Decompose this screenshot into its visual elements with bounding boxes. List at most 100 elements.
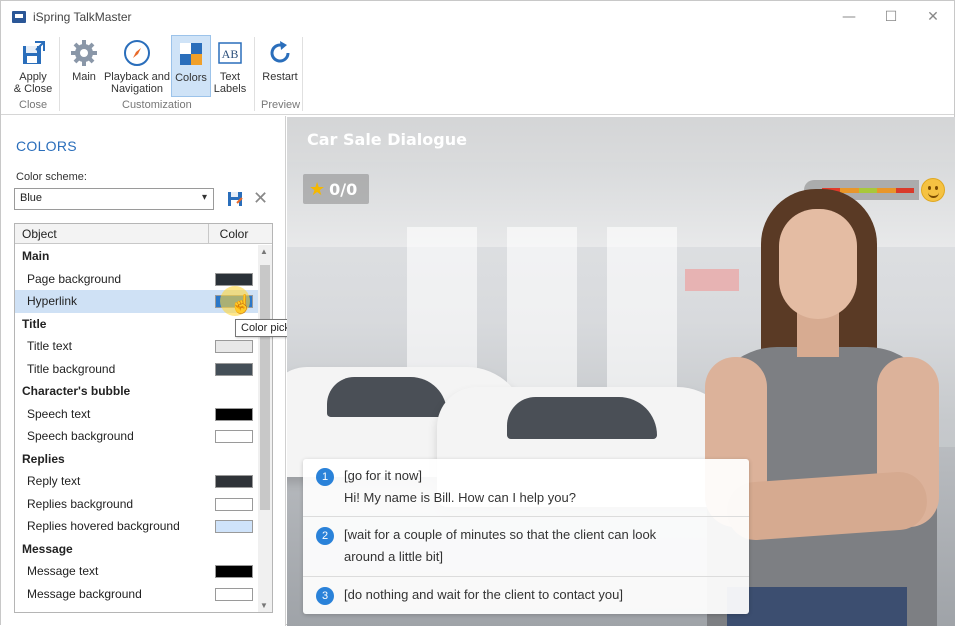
chevron-down-icon: ▾ bbox=[201, 192, 207, 203]
ribbon-separator bbox=[302, 37, 303, 111]
restart-icon bbox=[265, 38, 295, 68]
grid-row[interactable]: Title text bbox=[15, 335, 259, 358]
grid-group-header: Character's bubble bbox=[15, 380, 259, 403]
column-header-color: Color bbox=[219, 227, 249, 241]
replies-box: 1 [go for it now] Hi! My name is Bill. H… bbox=[303, 459, 749, 614]
object-label: Title text bbox=[27, 339, 72, 354]
grid-group-header: Title bbox=[15, 313, 259, 336]
color-swatch[interactable] bbox=[215, 497, 253, 511]
preview-title: Car Sale Dialogue bbox=[307, 130, 467, 149]
color-swatch[interactable] bbox=[215, 475, 253, 488]
grid-row[interactable]: Page background bbox=[15, 268, 259, 291]
color-swatch[interactable] bbox=[215, 407, 253, 421]
character-jeans bbox=[727, 587, 907, 626]
playback-navigation-button[interactable]: Playback and Navigation bbox=[103, 35, 171, 97]
reply-text: [do nothing and wait for the client to c… bbox=[344, 584, 734, 606]
showroom-sign bbox=[685, 269, 739, 291]
grid-row[interactable]: Speech text bbox=[15, 403, 259, 426]
object-label: Reply text bbox=[27, 474, 81, 489]
color-properties-grid: Object Color Main Page background Hyperlin… bbox=[14, 223, 273, 613]
maximize-button[interactable]: ☐ bbox=[870, 1, 912, 33]
grid-row[interactable]: Speech background bbox=[15, 425, 259, 448]
grid-row[interactable]: Title background bbox=[15, 358, 259, 381]
grid-row[interactable]: Replies background bbox=[15, 493, 259, 516]
grid-row[interactable]: Message text bbox=[15, 560, 259, 583]
grid-group-header: Main bbox=[15, 245, 259, 268]
object-label: Replies hovered background bbox=[27, 519, 180, 534]
scrollbar-thumb[interactable] bbox=[260, 265, 270, 510]
object-label: Speech text bbox=[27, 406, 91, 421]
close-button[interactable]: ✕ bbox=[912, 1, 954, 33]
reply-number: 1 bbox=[316, 468, 334, 486]
window-title: iSpring TalkMaster bbox=[33, 10, 132, 24]
app-window: iSpring TalkMaster — ☐ ✕ Apply & Close C… bbox=[0, 0, 955, 626]
character-face bbox=[779, 209, 857, 319]
color-scheme-select[interactable]: Blue ▾ bbox=[14, 188, 214, 210]
reply-option[interactable]: 2 [wait for a couple of minutes so that … bbox=[303, 517, 749, 577]
object-label: Title background bbox=[27, 361, 116, 376]
color-swatch[interactable] bbox=[215, 565, 253, 578]
color-swatch[interactable] bbox=[215, 520, 253, 533]
reply-text: [wait for a couple of minutes so that th… bbox=[344, 524, 734, 568]
meter-segment bbox=[858, 188, 878, 193]
grid-row[interactable]: Reply text bbox=[15, 470, 259, 493]
color-scheme-value: Blue bbox=[20, 192, 43, 204]
grid-row[interactable]: Replies hovered background bbox=[15, 515, 259, 538]
window-controls: — ☐ ✕ bbox=[828, 1, 954, 33]
text-labels-icon: AB bbox=[215, 38, 245, 68]
object-label: Speech background bbox=[27, 429, 134, 444]
minimize-button[interactable]: — bbox=[828, 1, 870, 33]
group-label: Main bbox=[22, 249, 50, 264]
meter-segment bbox=[877, 188, 896, 193]
restart-button[interactable]: Restart bbox=[260, 35, 300, 97]
showroom-window bbox=[607, 227, 677, 397]
color-swatch[interactable] bbox=[215, 587, 253, 601]
color-swatch[interactable] bbox=[215, 362, 253, 376]
object-label: Hyperlink bbox=[27, 294, 78, 309]
group-label-close: Close bbox=[19, 99, 48, 111]
colors-button[interactable]: Colors bbox=[171, 35, 211, 97]
object-label: Message text bbox=[27, 564, 99, 579]
reply-line: [do nothing and wait for the client to c… bbox=[344, 587, 623, 602]
grid-scrollbar[interactable]: ▲ ▼ bbox=[258, 245, 272, 612]
color-swatch[interactable] bbox=[215, 340, 253, 353]
object-label: Replies background bbox=[27, 496, 134, 511]
color-scheme-label: Color scheme: bbox=[16, 171, 87, 183]
dialogue-preview: Car Sale Dialogue ★ 0/0 1 [go for it now… bbox=[287, 117, 955, 626]
color-swatch[interactable] bbox=[215, 272, 253, 286]
reply-number: 2 bbox=[316, 527, 334, 545]
text-labels-button[interactable]: AB Text Labels bbox=[212, 35, 248, 97]
score-badge: ★ 0/0 bbox=[303, 174, 369, 204]
reply-option[interactable]: 1 [go for it now] Hi! My name is Bill. H… bbox=[303, 459, 749, 517]
save-scheme-icon[interactable] bbox=[227, 191, 243, 207]
text-labels-label: Text Labels bbox=[213, 71, 247, 95]
reply-line: [go for it now] bbox=[344, 468, 423, 483]
ribbon-separator bbox=[59, 37, 60, 111]
panel-title: COLORS bbox=[16, 138, 77, 154]
reply-number: 3 bbox=[316, 587, 334, 605]
score-value: 0/0 bbox=[329, 179, 358, 199]
apply-close-button[interactable]: Apply & Close bbox=[9, 35, 57, 97]
apply-close-label: Apply & Close bbox=[13, 71, 53, 95]
scroll-up-icon[interactable]: ▲ bbox=[260, 247, 268, 256]
restart-label: Restart bbox=[262, 71, 298, 83]
compass-icon bbox=[122, 38, 152, 68]
ribbon-separator bbox=[254, 37, 255, 111]
color-swatch[interactable] bbox=[215, 430, 253, 443]
playback-navigation-label: Playback and Navigation bbox=[103, 71, 171, 95]
main-label: Main bbox=[72, 71, 96, 83]
main-button[interactable]: Main bbox=[65, 35, 103, 97]
app-logo-icon bbox=[12, 11, 26, 23]
colors-icon bbox=[176, 39, 206, 69]
group-label-preview: Preview bbox=[261, 99, 301, 111]
title-bar: iSpring TalkMaster — ☐ ✕ bbox=[1, 1, 954, 33]
delete-scheme-icon[interactable]: ✕ bbox=[253, 188, 268, 209]
group-label: Message bbox=[22, 541, 73, 556]
reply-line: around a little bit] bbox=[344, 549, 444, 564]
grid-row[interactable]: Message background bbox=[15, 583, 259, 606]
scroll-down-icon[interactable]: ▼ bbox=[260, 601, 268, 610]
showroom-window bbox=[507, 227, 577, 397]
reply-line: [wait for a couple of minutes so that th… bbox=[344, 527, 657, 542]
reply-option[interactable]: 3 [do nothing and wait for the client to… bbox=[303, 577, 749, 614]
group-label-customization: Customization bbox=[122, 99, 192, 111]
